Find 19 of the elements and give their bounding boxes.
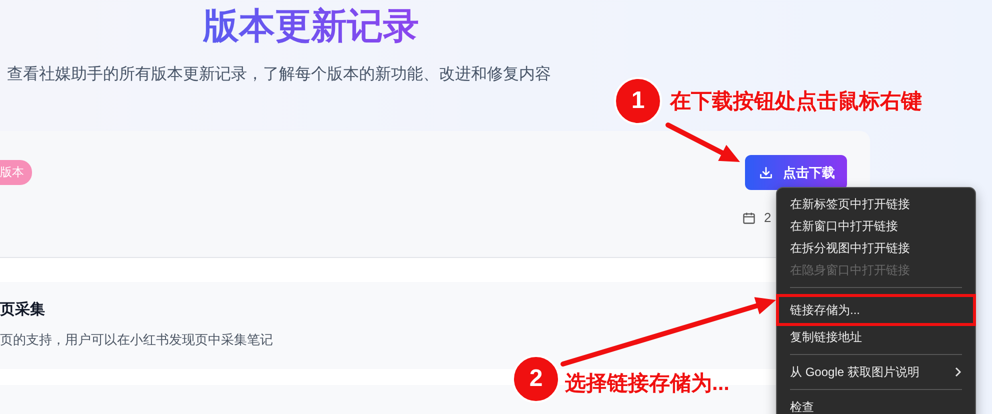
annotation-text: 选择链接存储为...	[565, 371, 730, 397]
menu-item[interactable]: 从 Google 获取图片说明	[777, 361, 975, 383]
change-title: 页采集	[0, 300, 45, 319]
release-date: 2	[764, 210, 772, 225]
menu-item[interactable]: 在新窗口中打开链接	[777, 215, 975, 237]
calendar-icon	[742, 210, 756, 224]
download-button[interactable]: 点击下载	[745, 155, 847, 190]
step-number: 1	[614, 77, 662, 125]
change-description: 页的支持，用户可以在小红书发现页中采集笔记	[0, 331, 273, 349]
menu-item[interactable]: 在新标签页中打开链接	[777, 193, 975, 215]
version-badge: 版本	[0, 160, 32, 185]
chevron-right-icon	[954, 367, 962, 377]
menu-item[interactable]: 链接存储为...	[776, 294, 976, 326]
menu-item[interactable]: 复制链接地址	[777, 326, 975, 348]
menu-item[interactable]: 检查	[777, 396, 975, 414]
menu-item[interactable]: 在拆分视图中打开链接	[777, 237, 975, 259]
annotation-text: 在下载按钮处点击鼠标右键	[670, 89, 922, 115]
page-subtitle: 查看社媒助手的所有版本更新记录，了解每个版本的新功能、改进和修复内容	[7, 64, 551, 85]
download-icon	[759, 166, 773, 180]
